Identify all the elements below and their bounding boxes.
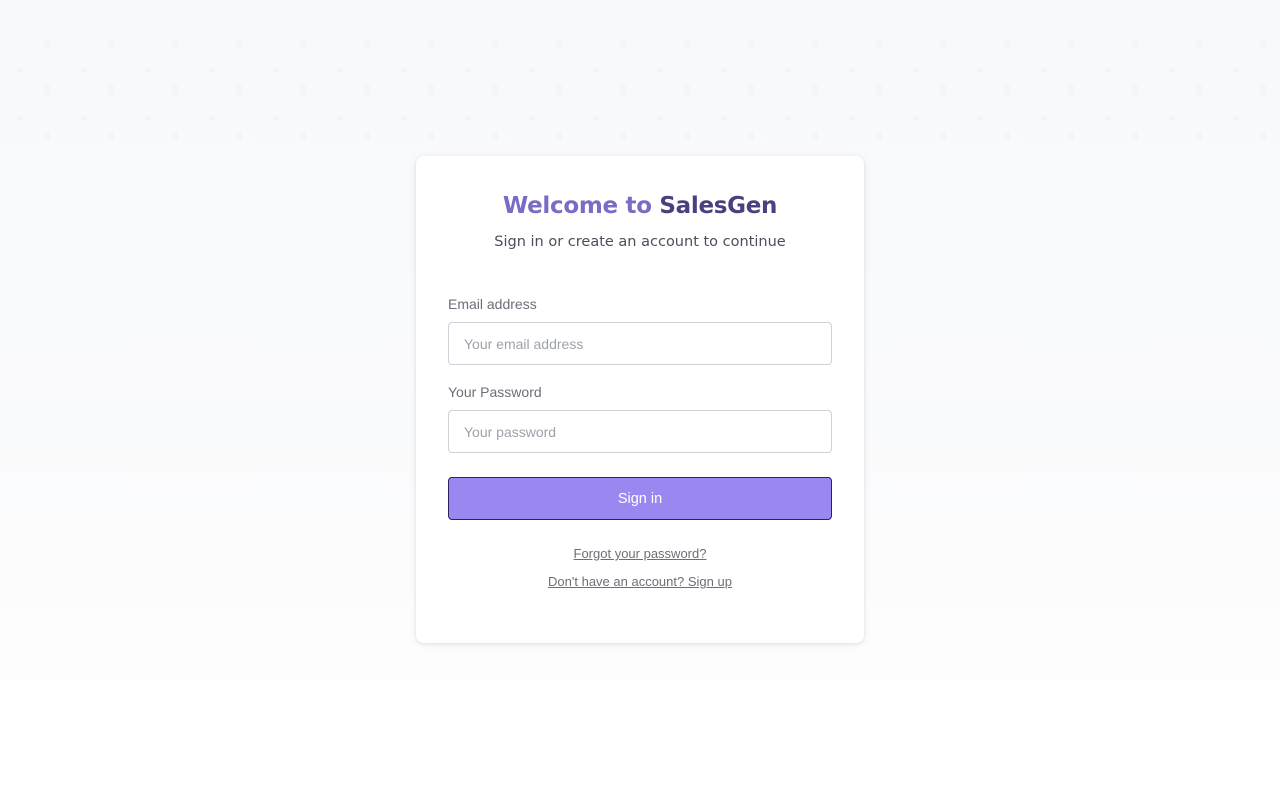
email-label: Email address [448, 296, 537, 312]
password-field[interactable] [448, 410, 832, 453]
sign-in-button[interactable]: Sign in [448, 477, 832, 520]
forgot-password-link[interactable]: Forgot your password? [416, 546, 864, 562]
sign-up-link[interactable]: Don't have an account? Sign up [416, 574, 864, 590]
page-subtitle: Sign in or create an account to continue [494, 234, 786, 250]
email-field[interactable] [448, 322, 832, 365]
title-brand-name: SalesGen [659, 193, 778, 219]
title-welcome-text: Welcome to [502, 193, 660, 219]
login-card: Welcome to SalesGen Sign in or create an… [416, 156, 864, 643]
background-pattern [0, 40, 1280, 140]
page-title: Welcome to SalesGen [416, 192, 864, 220]
password-label: Your Password [448, 384, 542, 400]
